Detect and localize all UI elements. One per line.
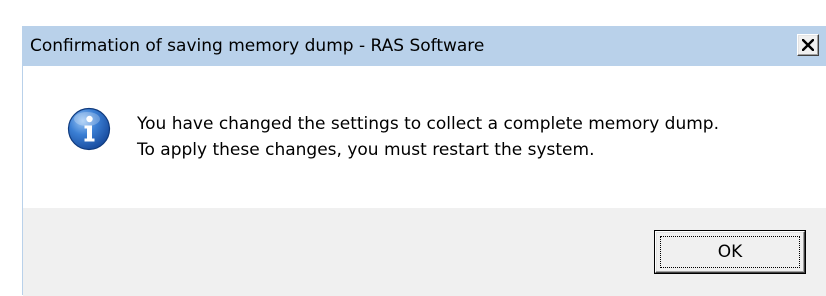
message-line-2: To apply these changes, you must restart…	[137, 140, 595, 160]
close-button[interactable]	[797, 34, 819, 56]
message-text: You have changed the settings to collect…	[137, 111, 719, 163]
confirmation-dialog: Confirmation of saving memory dump - RAS…	[22, 26, 826, 296]
message-line-1: You have changed the settings to collect…	[137, 114, 720, 134]
info-icon	[67, 107, 111, 151]
message-area: You have changed the settings to collect…	[23, 66, 826, 208]
button-bar: OK	[23, 208, 826, 296]
window-title: Confirmation of saving memory dump - RAS…	[30, 36, 485, 56]
close-icon	[802, 39, 814, 51]
ok-button[interactable]: OK	[654, 230, 806, 274]
title-bar[interactable]: Confirmation of saving memory dump - RAS…	[23, 27, 826, 66]
ok-button-label: OK	[660, 236, 800, 268]
